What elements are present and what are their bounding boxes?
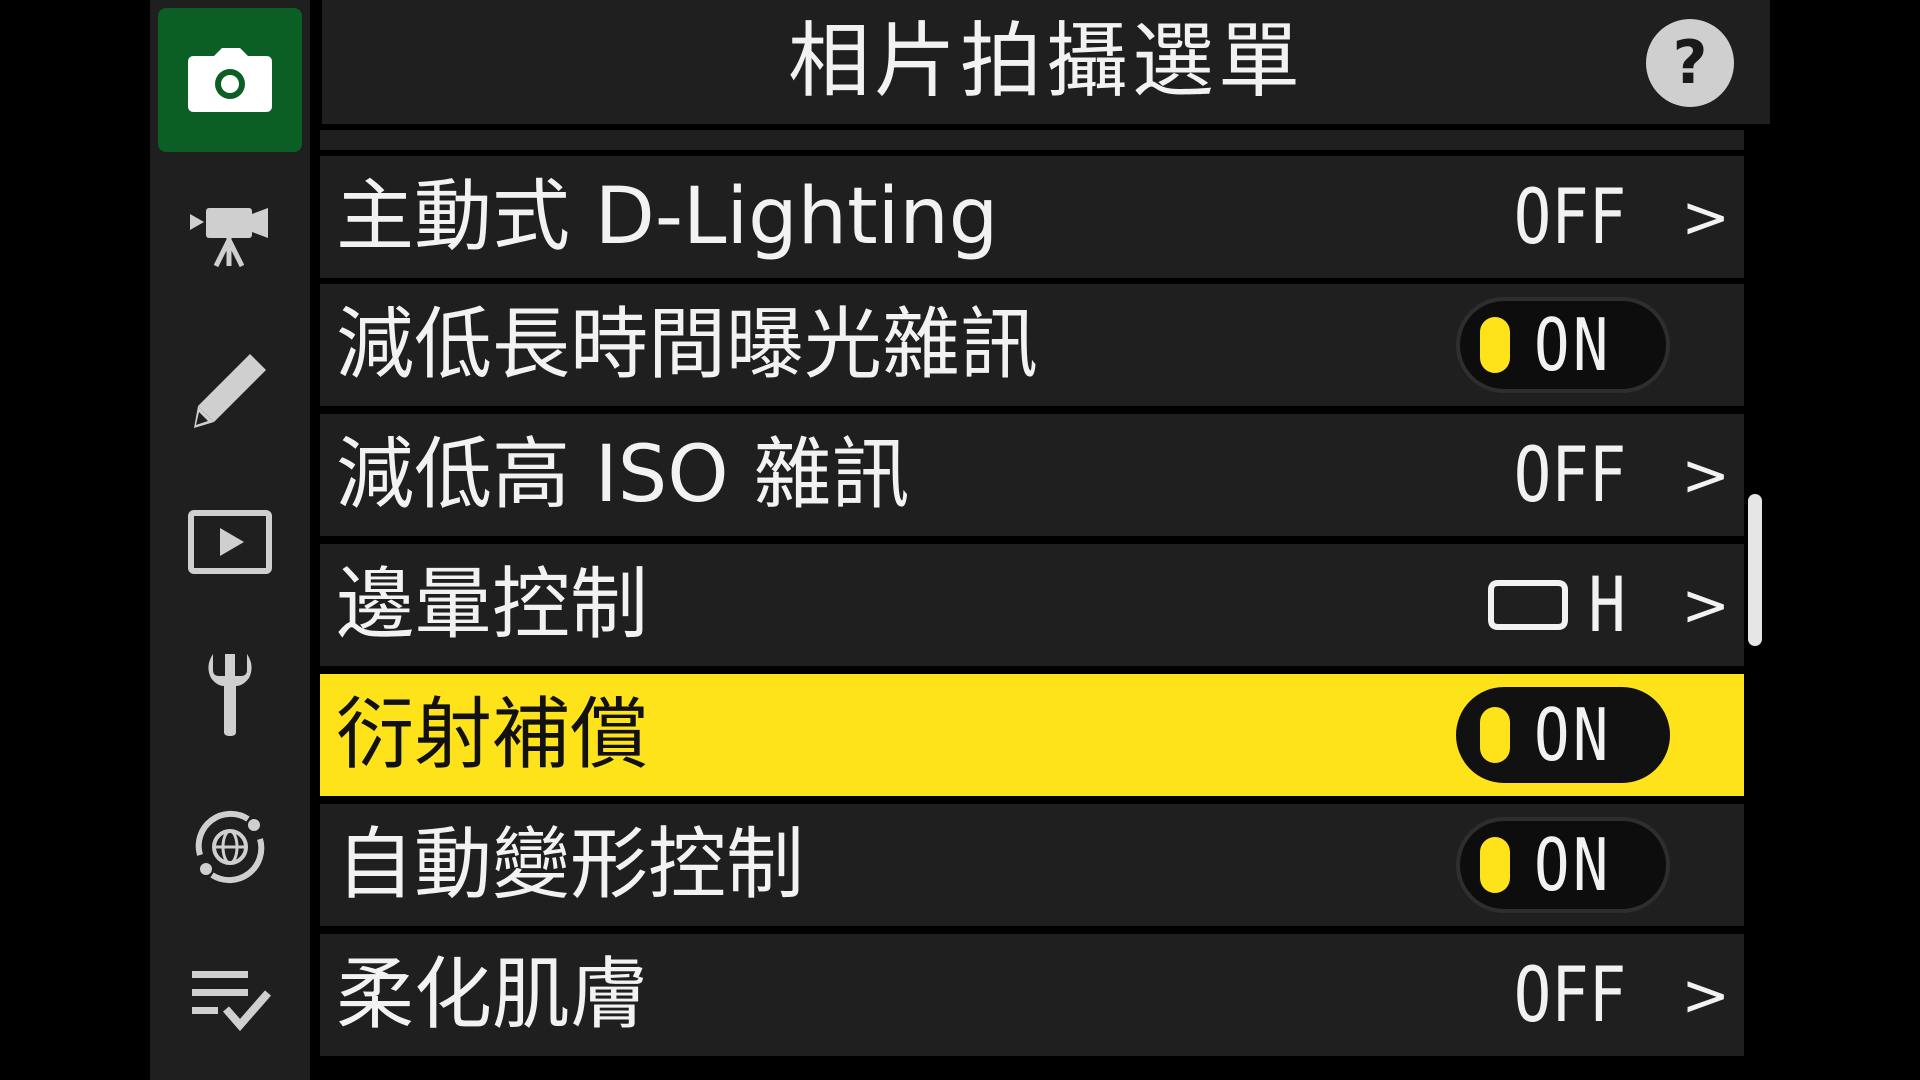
tab-my-menu[interactable] [158,928,302,1072]
chevron-right-icon: > [1681,441,1730,509]
tab-photo-shooting[interactable] [158,8,302,152]
menu-item-diffraction-compensation[interactable]: 衍射補償 ON [320,674,1744,796]
tab-setup[interactable] [158,622,302,766]
menu-item-label: 主動式 D-Lighting [336,172,999,262]
menu-item-value: H [1588,560,1626,649]
chevron-right-icon: > [1681,571,1730,639]
menu-item-value: OFF [1513,430,1626,519]
playback-icon [188,510,272,574]
menu-item-value: OFF [1513,172,1626,261]
network-icon [195,810,265,884]
chevron-right-icon: > [1681,183,1730,251]
toggle-knob [1480,837,1510,893]
vignette-icon [1488,580,1568,630]
toggle-switch[interactable]: ON [1456,817,1670,913]
help-button[interactable]: ? [1646,19,1734,107]
toggle-knob [1480,707,1510,763]
menu-item-label: 自動變形控制 [336,820,805,910]
menu-item-label: 減低高 ISO 雜訊 [336,430,910,520]
menu-item-label: 柔化肌膚 [336,950,649,1040]
toggle-label: ON [1534,303,1612,387]
menu-item-label: 減低長時間曝光雜訊 [336,300,1039,390]
wrench-icon [208,654,252,736]
toggle-label: ON [1534,823,1612,907]
toggle-switch[interactable]: ON [1456,687,1670,783]
pencil-icon [194,354,266,428]
menu-tab-bar [150,0,310,1080]
page-title: 相片拍攝選單 [787,14,1304,109]
chevron-right-icon: > [1681,961,1730,1029]
menu-item-auto-distortion-control[interactable]: 自動變形控制 ON [320,804,1744,926]
tab-playback[interactable] [158,470,302,614]
toggle-label: ON [1534,693,1612,777]
menu-header: 相片拍攝選單 ? [322,0,1770,124]
my-menu-icon [192,971,272,1032]
menu-item-value: OFF [1513,950,1626,1039]
menu-item-skin-softening[interactable]: 柔化肌膚 OFF > [320,934,1744,1056]
movie-camera-icon [190,208,268,268]
toggle-switch[interactable]: ON [1456,297,1670,393]
tab-custom-settings[interactable] [158,318,302,462]
menu-item-label: 邊暈控制 [336,560,649,650]
camera-menu-screen: 相片拍攝選單 ? 主動式 D-Lighting OFF > 減低長時間曝光雜訊 … [0,0,1920,1080]
scrollbar[interactable] [1748,494,1762,646]
tab-network[interactable] [158,775,302,919]
toggle-knob [1480,317,1510,373]
menu-item-high-iso-nr[interactable]: 減低高 ISO 雜訊 OFF > [320,414,1744,536]
partial-row [320,130,1744,150]
tab-movie-shooting[interactable] [158,163,302,307]
menu-item-label: 衍射補償 [336,690,649,780]
menu-item-active-d-lighting[interactable]: 主動式 D-Lighting OFF > [320,156,1744,278]
menu-item-long-exposure-nr[interactable]: 減低長時間曝光雜訊 ON [320,284,1744,406]
menu-item-vignette-control[interactable]: 邊暈控制 H > [320,544,1744,666]
camera-icon [188,48,272,112]
